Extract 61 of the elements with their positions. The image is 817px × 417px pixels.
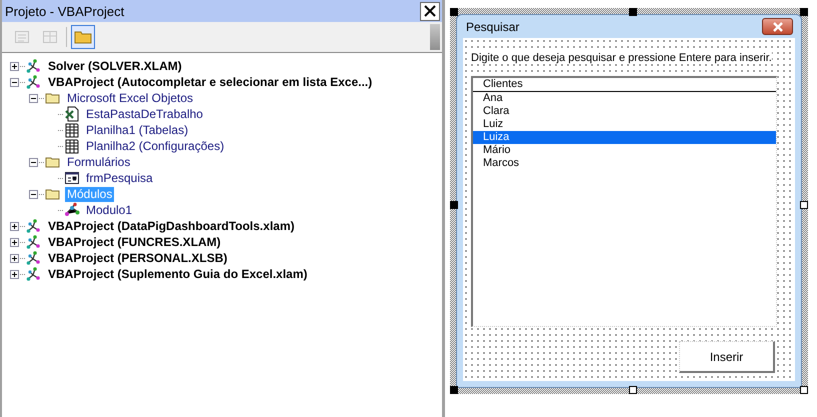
close-icon [770, 22, 784, 32]
expand-icon[interactable] [10, 222, 19, 230]
tree-item[interactable]: frmPesquisa [84, 170, 155, 186]
resize-handle[interactable] [800, 386, 808, 394]
collapse-icon[interactable] [29, 158, 38, 166]
expand-icon[interactable] [10, 238, 19, 246]
tree-item[interactable]: Planilha2 (Configurações) [84, 138, 226, 154]
sheet-grid-icon [64, 138, 80, 154]
expand-icon[interactable] [10, 254, 19, 262]
list-item[interactable]: Ana [473, 92, 776, 105]
nodes-icon [26, 266, 42, 282]
tree-item[interactable]: VBAProject (DataPigDashboardTools.xlam) [46, 218, 296, 234]
resize-handle[interactable] [450, 386, 458, 394]
sheet-grid-icon [64, 122, 80, 138]
collapse-icon[interactable] [29, 190, 38, 198]
resize-handle[interactable] [629, 8, 637, 16]
nodes-icon [26, 58, 42, 74]
code-window-icon [14, 29, 30, 45]
close-button[interactable] [420, 2, 440, 20]
form-icon [64, 170, 80, 186]
resize-handle[interactable] [450, 201, 458, 209]
form-title: Pesquisar [466, 20, 520, 34]
nodes-icon [26, 74, 42, 90]
folder-button[interactable] [71, 25, 95, 49]
tree-item[interactable]: VBAProject (Autocompletar e selecionar em lista Exce...) [46, 74, 374, 90]
resize-handle[interactable] [800, 201, 808, 209]
nodes-icon [26, 218, 42, 234]
list-item[interactable]: Luiza [473, 131, 776, 144]
close-icon [424, 5, 436, 17]
grid-window-icon [42, 29, 58, 45]
expand-icon[interactable] [10, 270, 19, 278]
panel-title: Projeto - VBAProject [5, 4, 124, 18]
nodes-icon [26, 234, 42, 250]
resize-handle[interactable] [800, 8, 808, 16]
tree-item[interactable]: Planilha1 (Tabelas) [84, 122, 190, 138]
tree-item[interactable]: EstaPastaDeTrabalho [84, 106, 205, 122]
collapse-icon[interactable] [29, 94, 38, 102]
list-item[interactable]: Clara [473, 105, 776, 118]
column-header: Clientes [473, 78, 776, 92]
tree-item[interactable]: VBAProject (PERSONAL.XLSB) [46, 250, 230, 266]
resize-handle[interactable] [450, 8, 458, 16]
tree-item[interactable]: Modulo1 [84, 202, 134, 218]
nodes-icon [26, 250, 42, 266]
module-icon [64, 202, 80, 218]
tree-item[interactable]: VBAProject (Suplemento Guia do Excel.xlam) [46, 266, 310, 282]
collapse-icon[interactable] [10, 78, 19, 86]
tree-item[interactable]: Microsoft Excel Objetos [65, 90, 196, 106]
resize-handle[interactable] [629, 386, 637, 394]
insert-button[interactable]: Inserir [679, 341, 775, 373]
expand-icon[interactable] [10, 62, 19, 70]
tree-item[interactable]: VBAProject (FUNCRES.XLAM) [46, 234, 223, 250]
list-item[interactable]: Luiz [473, 118, 776, 131]
folder-icon [74, 29, 92, 45]
close-button[interactable] [762, 18, 793, 35]
tree-item[interactable]: Formulários [65, 154, 132, 170]
list-item[interactable]: Marcos [473, 157, 776, 170]
instruction-label: Digite o que deseja pesquisar e pressione Entere para inserir. [471, 52, 772, 64]
tree-item[interactable]: Solver (SOLVER.XLAM) [46, 58, 184, 74]
list-item[interactable]: Mário [473, 144, 776, 157]
excel-document-icon [64, 106, 80, 122]
list-box[interactable]: Clientes Ana Clara Luiz Luiza Mário Marcos [471, 76, 777, 327]
